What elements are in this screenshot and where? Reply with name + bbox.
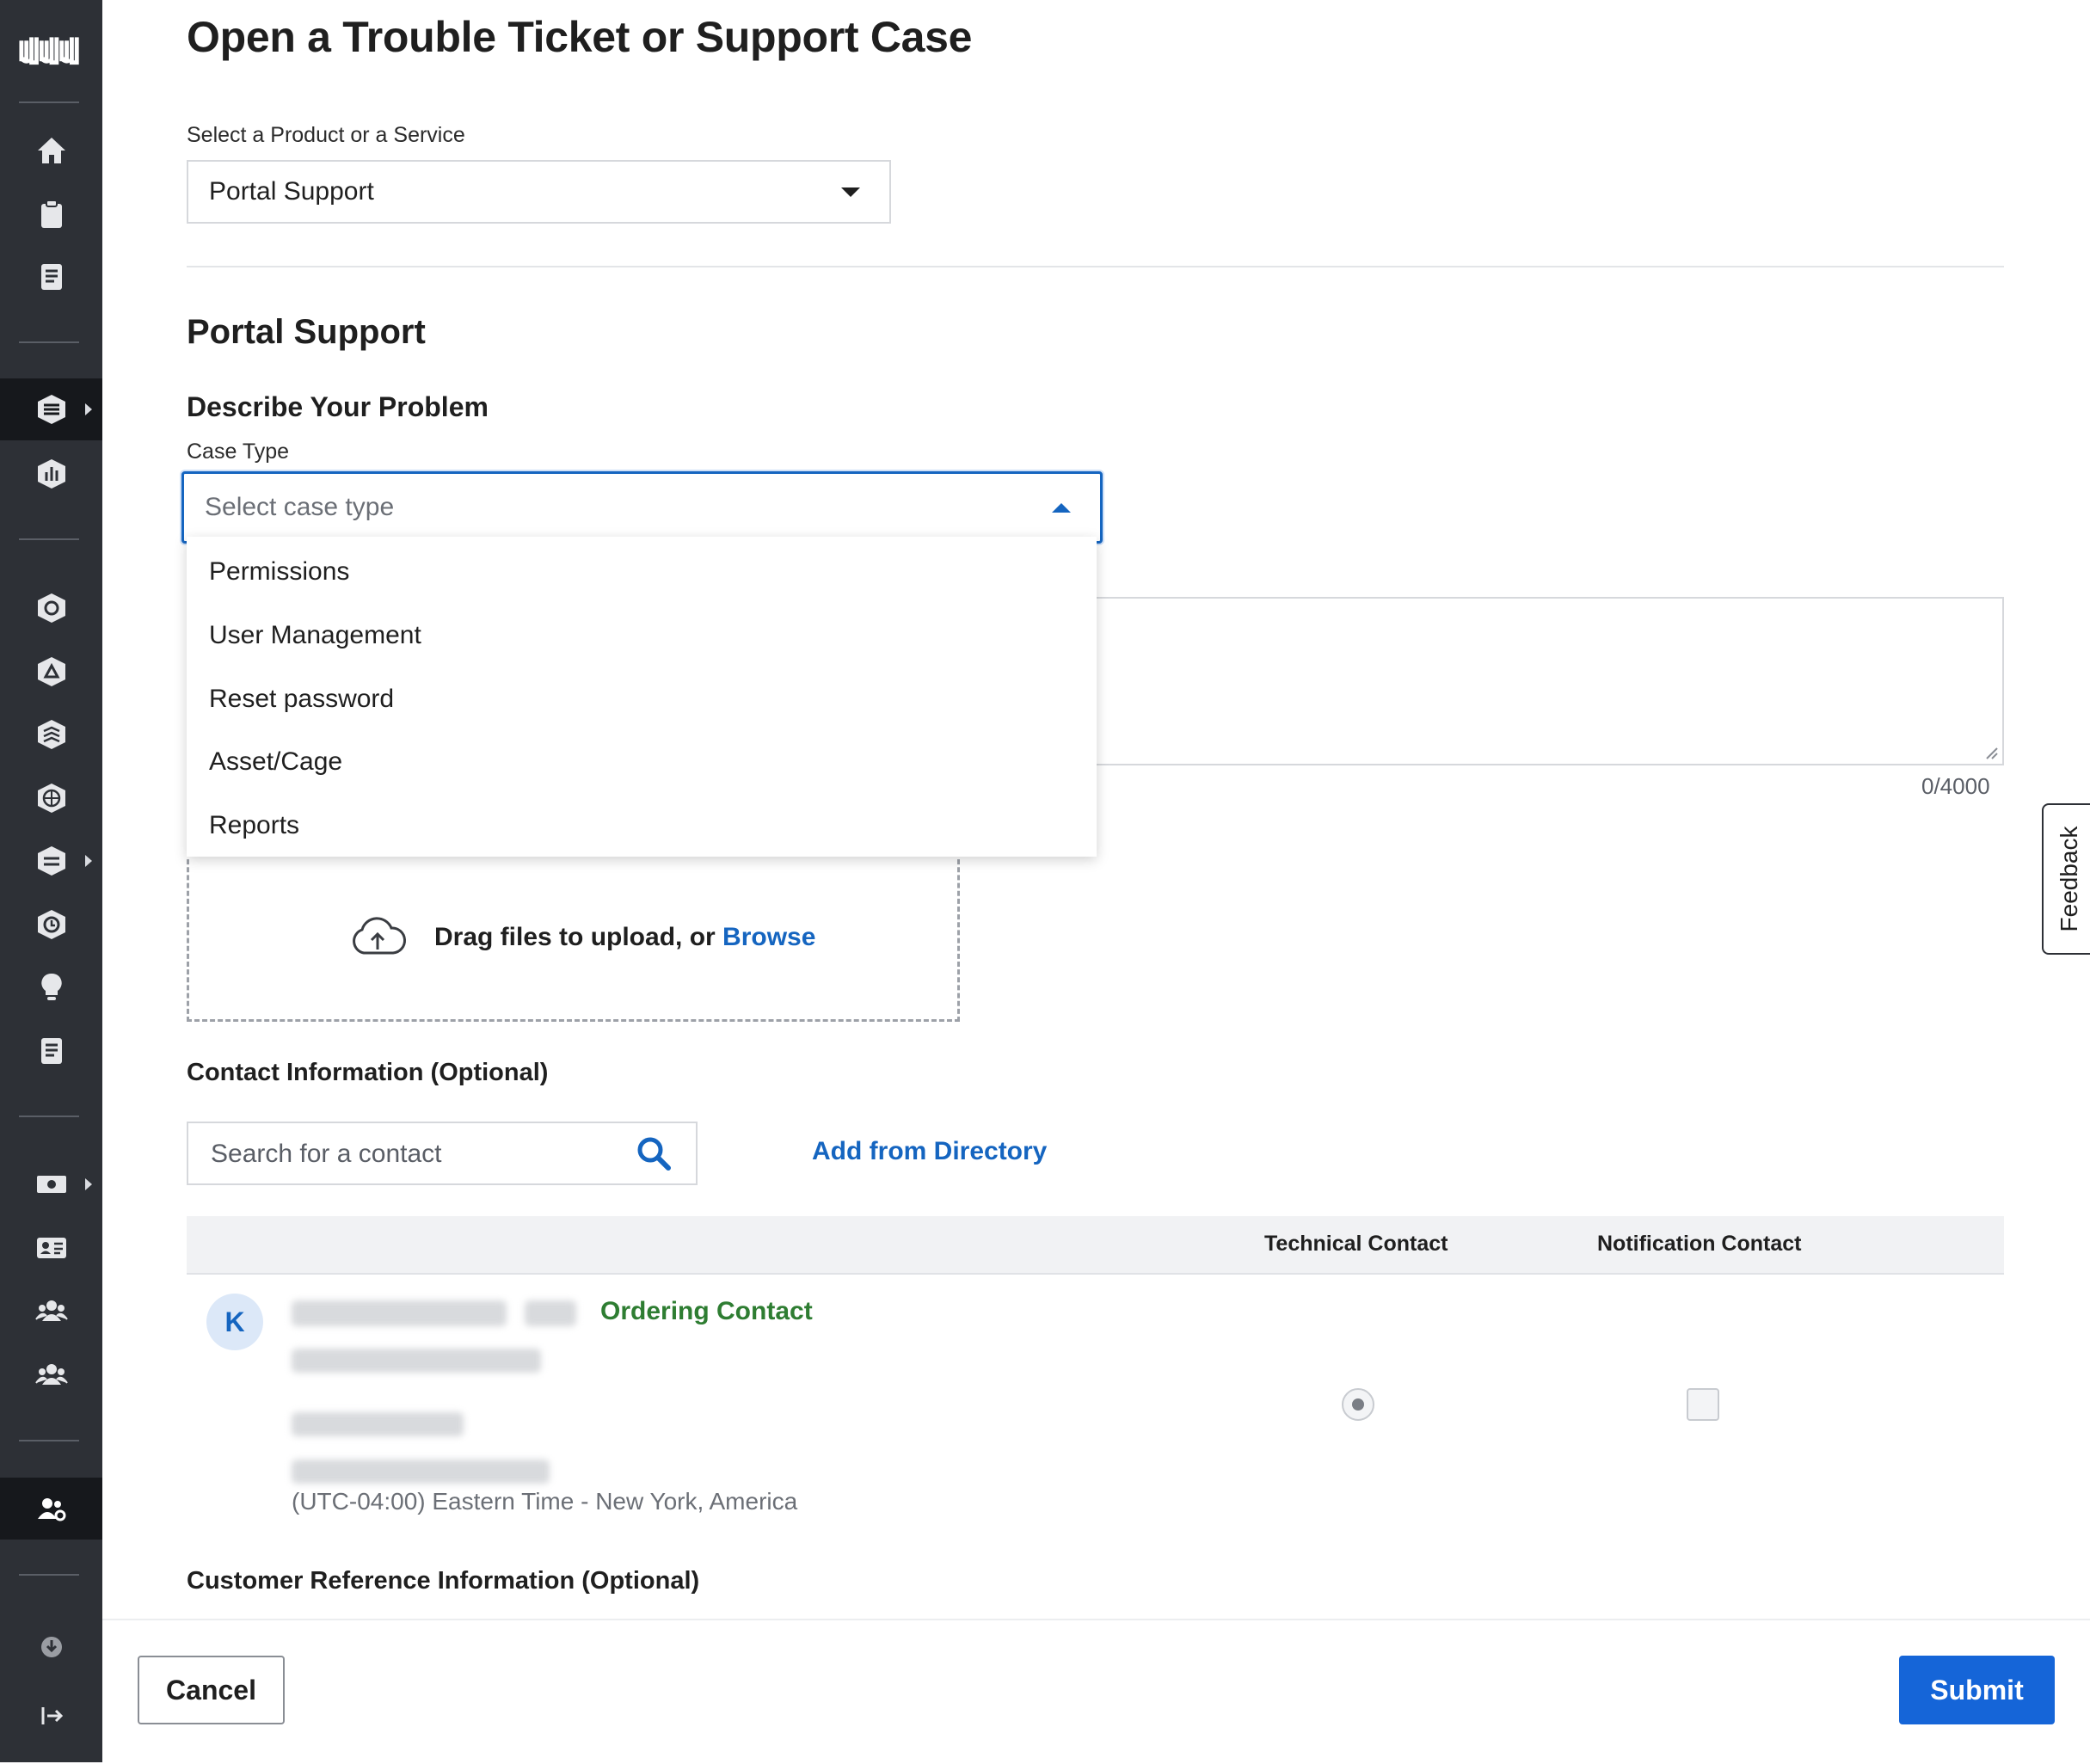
contact-email-redacted <box>292 1349 541 1373</box>
exchange-icon[interactable] <box>0 833 102 889</box>
technical-contact-header: Technical Contact <box>1264 1232 1448 1256</box>
chevron-down-icon <box>841 187 860 197</box>
technical-contact-radio[interactable] <box>1342 1388 1374 1421</box>
chevron-up-icon <box>1052 503 1071 513</box>
report-icon[interactable] <box>0 1023 102 1079</box>
chart-icon[interactable] <box>0 446 102 502</box>
describe-problem-heading: Describe Your Problem <box>187 391 489 422</box>
case-type-option-asset-cage[interactable]: Asset/Cage <box>209 747 342 777</box>
notification-contact-header: Notification Contact <box>1597 1232 1802 1256</box>
ordering-contact-badge: Ordering Contact <box>600 1297 813 1325</box>
add-from-directory-link[interactable]: Add from Directory <box>812 1137 1047 1166</box>
notification-contact-checkbox[interactable] <box>1687 1388 1719 1421</box>
case-type-option-reset-password[interactable]: Reset password <box>209 685 394 714</box>
document-icon[interactable] <box>0 249 102 305</box>
description-textarea[interactable] <box>1085 597 2004 765</box>
contact-phone-label-redacted <box>292 1412 464 1436</box>
contact-search[interactable] <box>187 1122 698 1185</box>
feedback-tab[interactable]: Feedback <box>2042 803 2090 955</box>
contact-tag-redacted <box>525 1300 576 1326</box>
network-icon[interactable] <box>0 580 102 636</box>
sidebar <box>0 0 102 1762</box>
upload-text: Drag files to upload, or <box>434 923 723 951</box>
collapse-icon[interactable] <box>0 1687 102 1744</box>
case-type-option-user-management[interactable]: User Management <box>209 621 421 650</box>
case-type-label: Case Type <box>187 439 290 464</box>
browse-link[interactable]: Browse <box>722 923 815 951</box>
contact-phone-redacted <box>292 1460 550 1484</box>
case-type-select[interactable]: Select case type <box>181 471 1103 544</box>
lightbulb-icon[interactable] <box>0 959 102 1016</box>
globe-icon[interactable] <box>0 770 102 827</box>
stack-icon[interactable] <box>0 706 102 763</box>
divider <box>187 266 2004 267</box>
product-select-value: Portal Support <box>209 177 374 206</box>
search-icon[interactable] <box>636 1135 672 1171</box>
submit-button[interactable]: Submit <box>1899 1656 2055 1724</box>
footer-bar <box>102 1619 2090 1764</box>
contact-name-redacted <box>292 1300 507 1326</box>
clock-icon[interactable] <box>0 896 102 953</box>
character-counter: 0/4000 <box>1921 773 1990 799</box>
contact-table-header: Technical Contact Notification Contact <box>187 1216 2004 1275</box>
group-icon[interactable] <box>0 1346 102 1403</box>
product-select[interactable]: Portal Support <box>187 160 891 224</box>
avatar: K <box>206 1294 263 1350</box>
product-select-label: Select a Product or a Service <box>187 123 465 147</box>
home-icon[interactable] <box>0 122 102 179</box>
customer-reference-heading: Customer Reference Information (Optional… <box>187 1567 700 1595</box>
case-type-dropdown-menu: Permissions User Management Reset passwo… <box>187 537 1097 857</box>
layers-icon[interactable] <box>0 378 102 440</box>
user-settings-icon[interactable] <box>0 1478 102 1540</box>
users-icon[interactable] <box>0 1282 102 1339</box>
clipboard-icon[interactable] <box>0 186 102 243</box>
download-icon[interactable] <box>0 1617 102 1674</box>
section-title: Portal Support <box>187 313 426 351</box>
contact-search-input[interactable] <box>209 1139 625 1170</box>
case-type-placeholder: Select case type <box>205 493 395 521</box>
id-card-icon[interactable] <box>0 1220 102 1276</box>
contact-info-heading: Contact Information (Optional) <box>187 1059 549 1086</box>
fabric-icon[interactable] <box>0 643 102 700</box>
page-title: Open a Trouble Ticket or Support Case <box>187 13 973 61</box>
billing-icon[interactable] <box>0 1156 102 1213</box>
cancel-button[interactable]: Cancel <box>138 1656 285 1724</box>
contact-timezone: (UTC-04:00) Eastern Time - New York, Ame… <box>292 1488 798 1515</box>
feedback-label: Feedback <box>2056 826 2082 932</box>
cloud-upload-icon <box>353 917 407 955</box>
logo-icon[interactable] <box>0 21 102 81</box>
case-type-option-permissions[interactable]: Permissions <box>209 557 349 587</box>
case-type-option-reports[interactable]: Reports <box>209 811 299 840</box>
resize-handle-icon[interactable] <box>1983 745 1999 760</box>
upload-instructions: Drag files to upload, or Browse <box>434 923 815 952</box>
